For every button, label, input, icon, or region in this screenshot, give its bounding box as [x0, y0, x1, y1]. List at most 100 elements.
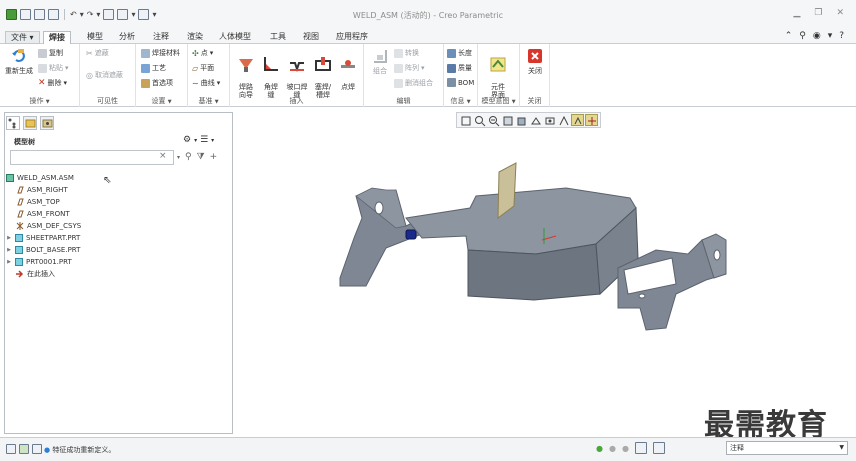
curve-button[interactable]: ∼ 曲线 ▾	[192, 78, 220, 88]
group-label[interactable]: 设置 ▼	[136, 96, 187, 106]
tree-node-sheetpart[interactable]: ▶ SHEETPART.PRT	[6, 232, 80, 244]
expand-icon[interactable]: ▶	[6, 259, 12, 265]
perspective-icon[interactable]	[557, 114, 570, 126]
saved-orientations-icon[interactable]	[529, 114, 542, 126]
model-tree-icon	[8, 118, 16, 129]
tree-node-asm-top[interactable]: ASM_TOP	[16, 196, 60, 208]
restore-icon[interactable]: ❐	[814, 8, 822, 18]
tab-annotate[interactable]: 注释	[148, 31, 174, 44]
filter-icon[interactable]: ⧩	[197, 152, 205, 162]
tab-analysis[interactable]: 分析	[114, 31, 140, 44]
combine-button[interactable]: 组合	[366, 47, 394, 75]
ribbon: 重新生成 复制 粘贴 ▾ ✕ 删除 ▾ 操作 ▼ ✂ 遮蔽 ◎ 取消遮蔽 可见性 焊接…	[0, 44, 856, 107]
tab-model[interactable]: 模型	[82, 31, 108, 44]
show-navigator-icon[interactable]	[6, 444, 16, 454]
curve-icon: ∼	[192, 78, 199, 88]
spot-weld-button[interactable]: 点焊	[334, 47, 362, 91]
group-label[interactable]: 模型意图 ▼	[478, 96, 519, 106]
datum-display-icon[interactable]	[571, 114, 584, 126]
zoom-out-icon[interactable]	[487, 114, 500, 127]
display-style-icon[interactable]	[515, 114, 528, 126]
model-tree-tab[interactable]	[6, 116, 20, 130]
view-manager-icon[interactable]	[543, 114, 556, 126]
annotation-display-icon[interactable]	[585, 114, 598, 126]
tree-node-asm-def-csys[interactable]: ASM_DEF_CSYS	[16, 220, 81, 232]
group-label: 编辑	[396, 97, 411, 105]
regen-status-icon[interactable]: ●	[596, 444, 603, 453]
tab-manikin[interactable]: 人体模型	[214, 31, 256, 44]
zoom-in-icon[interactable]	[473, 114, 486, 127]
search-icon[interactable]: ⚲	[799, 31, 806, 41]
search-dropdown-icon[interactable]: ▾	[177, 154, 180, 161]
tree-settings-dropdown-icon[interactable]: ▾	[194, 137, 197, 144]
tree-node-assembly[interactable]: WELD_ASM.ASM	[6, 172, 74, 184]
tab-applications[interactable]: 应用程序	[331, 31, 373, 44]
tree-node-bolt-base[interactable]: ▶ BOLT_BASE.PRT	[6, 244, 80, 256]
full-screen-icon[interactable]	[32, 444, 42, 454]
tab-tools[interactable]: 工具	[265, 31, 291, 44]
show-browser-icon[interactable]	[19, 444, 29, 454]
refit-icon[interactable]	[459, 114, 472, 126]
preferences-button[interactable]: 首选项	[141, 78, 173, 88]
process-button[interactable]: 工艺	[141, 63, 166, 73]
minimize-ribbon-icon[interactable]: ⌃	[785, 31, 793, 41]
uncombine-button[interactable]: 删消组合	[394, 78, 433, 88]
tree-filters-dropdown-icon[interactable]: ▾	[211, 137, 214, 144]
unexclude-button[interactable]: ◎ 取消遮蔽	[86, 70, 123, 80]
close-icon[interactable]: ✕	[836, 8, 844, 18]
weld-material-button[interactable]: 焊接材料	[141, 48, 180, 58]
select-box-icon[interactable]	[652, 442, 665, 454]
minimize-icon[interactable]: ▁	[793, 8, 800, 18]
command-search-icon[interactable]: ◉	[813, 31, 821, 41]
graphics-window[interactable]	[236, 108, 856, 434]
regenerate-button[interactable]: 重新生成	[5, 47, 33, 75]
exclude-button[interactable]: ✂ 遮蔽	[86, 48, 109, 58]
find-icon[interactable]	[634, 442, 647, 454]
expand-icon[interactable]: ▶	[6, 235, 12, 241]
tab-file[interactable]: 文件 ▾	[5, 31, 40, 44]
repaint-icon[interactable]	[501, 114, 514, 126]
help-icon[interactable]: ?	[839, 31, 844, 41]
paste-button[interactable]: 粘贴 ▾	[38, 63, 69, 73]
point-button[interactable]: ✣ 点 ▾	[192, 48, 213, 58]
bom-button[interactable]: BOM	[447, 78, 474, 87]
copy-button[interactable]: 复制	[38, 48, 63, 58]
view-toolbar	[456, 112, 601, 128]
weld-path-guide-button[interactable]: 焊路 向导	[232, 47, 260, 99]
fillet-weld-button[interactable]: 角焊 缝	[257, 47, 285, 99]
plane-button[interactable]: ▱ 平面	[192, 63, 214, 73]
folder-browser-tab[interactable]	[23, 116, 37, 130]
plug-slot-weld-button[interactable]: 塞焊/ 槽焊	[309, 47, 337, 99]
search-input[interactable]	[10, 150, 174, 165]
tab-render[interactable]: 渲染	[182, 31, 208, 44]
group-label[interactable]: 操作 ▼	[0, 96, 79, 106]
group-label[interactable]: 信息 ▼	[444, 96, 477, 106]
add-column-icon[interactable]: +	[210, 152, 218, 162]
tree-node-insert-here[interactable]: 在此插入	[16, 268, 55, 280]
group-settings: 焊接材料 工艺 首选项 设置 ▼	[136, 44, 188, 107]
favorites-tab[interactable]	[40, 116, 54, 130]
pattern-button[interactable]: 阵列 ▾	[394, 63, 425, 73]
tab-view[interactable]: 视图	[298, 31, 324, 44]
convert-button[interactable]: 转换	[394, 48, 419, 58]
clear-search-icon[interactable]: ×	[159, 151, 167, 161]
group-edit: 组合 转换 阵列 ▾ 删消组合 编辑	[364, 44, 444, 107]
settings-dropdown-icon[interactable]: ▾	[828, 31, 833, 41]
tree-node-prt0001[interactable]: ▶ PRT0001.PRT	[6, 256, 72, 268]
selection-filter-select[interactable]: 注释 ▼	[726, 441, 848, 455]
component-interface-button[interactable]: 元件 界面	[484, 47, 512, 99]
close-button[interactable]: 关闭	[521, 47, 549, 75]
groove-weld-button[interactable]: 坡口焊 缝	[283, 47, 311, 99]
tree-node-asm-right[interactable]: ASM_RIGHT	[16, 184, 68, 196]
find-icon[interactable]: ⚲	[185, 152, 192, 162]
group-label[interactable]: 基准 ▼	[188, 96, 229, 106]
tree-filters-icon[interactable]: ☰	[200, 135, 208, 145]
length-button[interactable]: 长度	[447, 48, 472, 58]
tab-weld[interactable]: 焊接	[43, 31, 71, 44]
tree-node-asm-front[interactable]: ASM_FRONT	[16, 208, 70, 220]
expand-icon[interactable]: ▶	[6, 247, 12, 253]
weld-assembly-model[interactable]	[236, 108, 856, 434]
mass-button[interactable]: 质量	[447, 63, 472, 73]
delete-button[interactable]: ✕ 删除 ▾	[38, 78, 67, 88]
tree-settings-icon[interactable]: ⚙	[183, 135, 191, 145]
